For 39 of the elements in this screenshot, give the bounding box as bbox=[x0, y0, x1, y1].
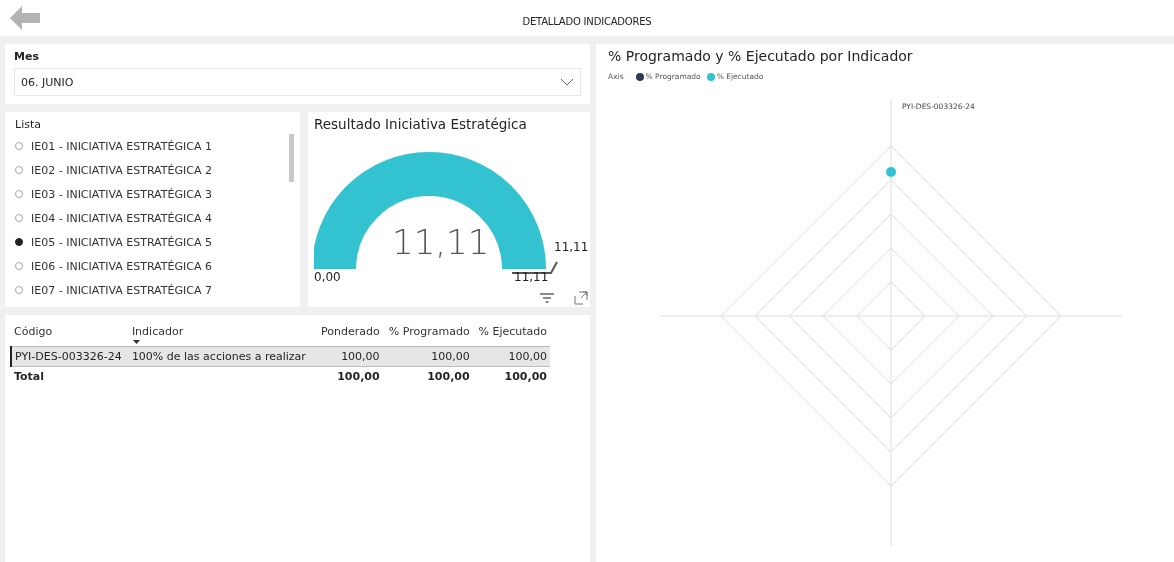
table-cell: 100,00 bbox=[431, 350, 470, 363]
filter-icon[interactable] bbox=[540, 293, 554, 304]
total-cell: 100,00 bbox=[504, 370, 547, 383]
list-item-label[interactable]: IE05 - INICIATIVA ESTRATÉGICA 5 bbox=[31, 235, 212, 249]
table-cell: 100% de las acciones a realizar bbox=[131, 350, 306, 363]
table-cell: 100,00 bbox=[508, 350, 547, 363]
column-header[interactable]: Ponderado bbox=[320, 325, 380, 338]
radio-button[interactable] bbox=[15, 238, 23, 246]
scrollbar[interactable] bbox=[289, 134, 294, 182]
list-item-label[interactable]: IE06 - INICIATIVA ESTRATÉGICA 6 bbox=[31, 259, 212, 273]
total-cell: Total bbox=[14, 370, 45, 383]
list-item-label[interactable]: IE01 - INICIATIVA ESTRATÉGICA 1 bbox=[31, 139, 212, 153]
table-cell: PYI-DES-003326-24 bbox=[15, 350, 122, 363]
gauge-min-label: 0,00 bbox=[314, 270, 341, 284]
chevron-down-icon bbox=[560, 78, 574, 86]
column-header[interactable]: % Ejecutado bbox=[478, 325, 547, 338]
page-title: DETALLADO INDICADORES bbox=[521, 16, 653, 27]
list-item-label[interactable]: IE03 - INICIATIVA ESTRATÉGICA 3 bbox=[31, 187, 212, 201]
slicer-label: Mes bbox=[14, 50, 40, 63]
list-item-label[interactable]: IE07 - INICIATIVA ESTRATÉGICA 7 bbox=[31, 283, 212, 297]
sort-caret-icon bbox=[132, 340, 140, 344]
month-dropdown[interactable]: 06. JUNIO bbox=[14, 68, 581, 96]
back-arrow-icon[interactable] bbox=[10, 6, 40, 30]
column-header[interactable]: Código bbox=[14, 325, 53, 338]
expand-icon[interactable] bbox=[574, 291, 588, 305]
dropdown-value: 06. JUNIO bbox=[21, 75, 74, 89]
gauge-max-label: 11,11 bbox=[514, 270, 549, 284]
gauge-value: 11,11 bbox=[392, 222, 490, 262]
table-cell: 100,00 bbox=[341, 350, 380, 363]
list-item-label[interactable]: IE02 - INICIATIVA ESTRATÉGICA 2 bbox=[31, 163, 212, 177]
chart-title: % Programado y % Ejecutado por Indicador bbox=[608, 48, 914, 64]
column-header[interactable]: Indicador bbox=[131, 325, 184, 338]
total-cell: 100,00 bbox=[337, 370, 380, 383]
gauge-target-label: 11,11 bbox=[554, 240, 589, 254]
column-header[interactable]: % Programado bbox=[388, 325, 470, 338]
slicer-label: Lista bbox=[15, 118, 42, 131]
total-cell: 100,00 bbox=[427, 370, 470, 383]
chart-title: Resultado Iniciativa Estratégica bbox=[314, 116, 528, 132]
list-item-label[interactable]: IE04 - INICIATIVA ESTRATÉGICA 4 bbox=[31, 211, 212, 225]
